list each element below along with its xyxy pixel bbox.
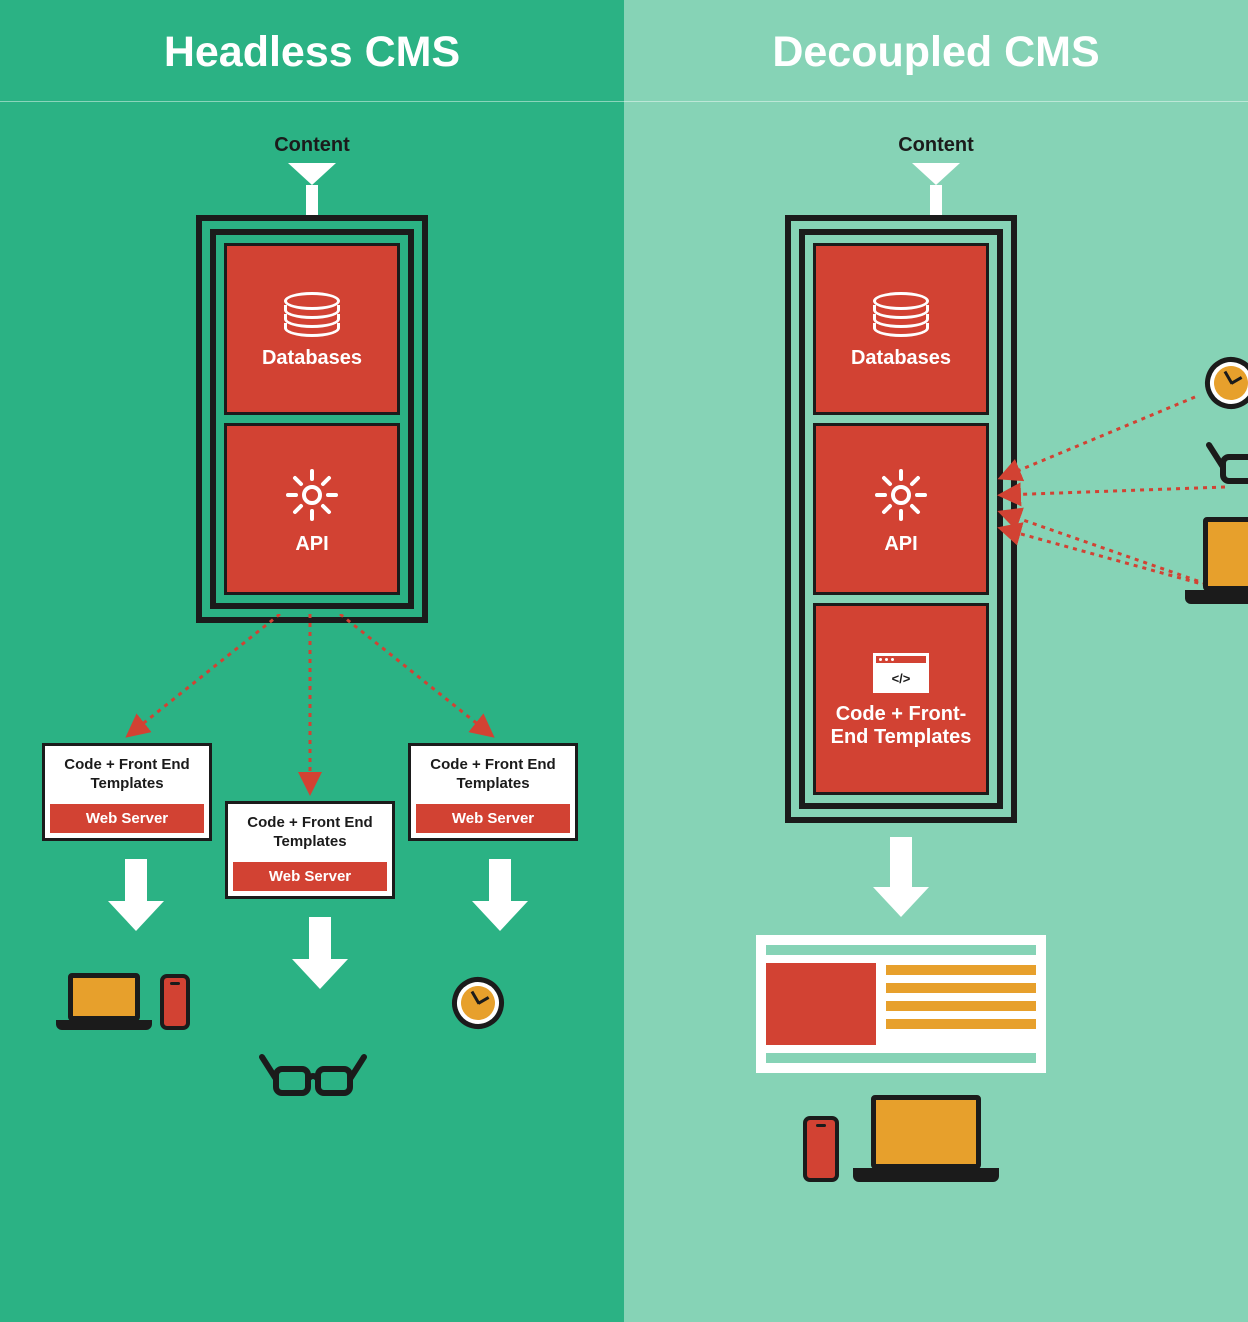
solid-arrows-row [0,853,624,963]
backend-outer-box: Databases API </> C [785,215,1017,823]
diagram-root: Headless CMS Content Databases [0,0,1248,1322]
decoupled-title: Decoupled CMS [772,0,1099,101]
content-label: Content [898,134,974,157]
phone-icon [160,974,190,1030]
gear-icon [284,467,340,523]
laptop-icon [1185,517,1248,604]
databases-label: Databases [262,347,362,370]
server-card-1-title: Code + Front End Templates [45,746,209,804]
api-card: API [813,423,989,595]
headless-title: Headless CMS [164,0,460,101]
headless-column: Headless CMS Content Databases [0,0,624,1322]
content-label: Content [274,134,350,157]
watch-icon [1195,347,1248,418]
server-card-3-title: Code + Front End Templates [411,746,575,804]
arrow-down-icon [873,837,929,917]
backend-inner-box: Databases API </> C [799,229,1003,809]
side-devices [1205,357,1248,604]
bottom-devices [803,1095,999,1182]
database-icon [284,292,340,337]
server-card-1-sub: Web Server [50,804,204,833]
devices-row [0,963,624,1143]
databases-card: Databases [224,243,400,415]
server-card-3-sub: Web Server [416,804,570,833]
phone-icon [803,1116,839,1182]
funnel-icon [912,163,960,217]
databases-label: Databases [851,347,951,370]
server-card-1: Code + Front End Templates Web Server [42,743,212,841]
divider [624,101,1248,102]
laptop-icon [853,1095,999,1182]
decoupled-column: Decoupled CMS Content Databases [624,0,1248,1322]
api-label: API [884,533,917,556]
glasses-icon [258,1047,368,1103]
browser-code-icon: </> [873,653,929,693]
laptop-icon [56,973,152,1030]
api-card: API [224,423,400,595]
backend-outer-box: Databases API [196,215,428,623]
frontend-label: Code + Front-End Templates [824,703,978,749]
arrow-down-icon [108,859,164,931]
databases-card: Databases [813,243,989,415]
funnel-icon [288,163,336,217]
glasses-icon [1205,435,1248,491]
backend-inner-box: Databases API [210,229,414,609]
webpage-mock-icon [756,935,1046,1073]
database-icon [873,292,929,337]
server-card-3: Code + Front End Templates Web Server [408,743,578,841]
api-label: API [295,533,328,556]
frontend-card: </> Code + Front-End Templates [813,603,989,795]
watch-icon [442,967,513,1038]
arrow-down-icon [472,859,528,931]
divider [0,101,624,102]
server-cards-area: Code + Front End Templates Web Server Co… [0,623,624,853]
gear-icon [873,467,929,523]
